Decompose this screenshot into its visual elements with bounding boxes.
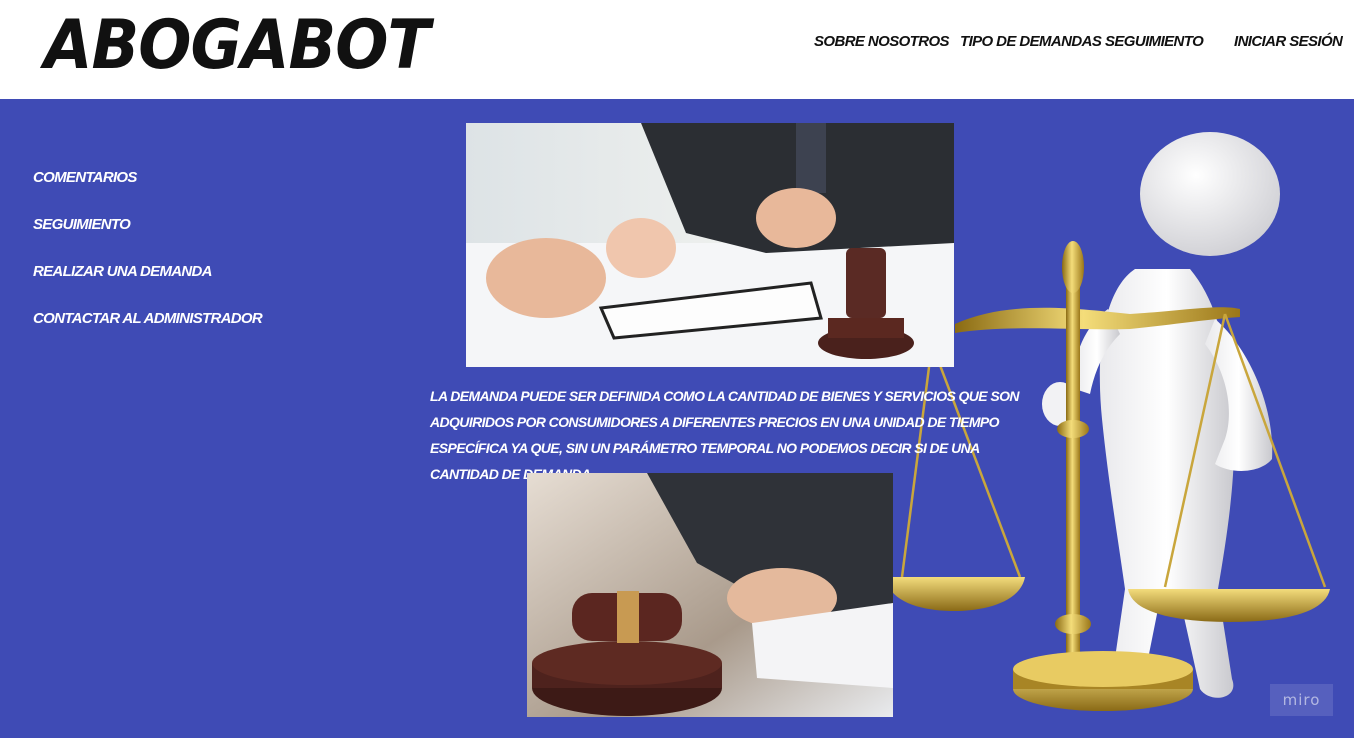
- gavel-writing-photo: [527, 473, 893, 717]
- nav-seguimiento[interactable]: SEGUIMIENTO: [1105, 33, 1204, 50]
- nav-sobre-nosotros[interactable]: SOBRE NOSOTROS: [814, 33, 950, 50]
- scale-right-pan: [1128, 589, 1330, 622]
- nav-iniciar-sesion[interactable]: INICIAR SESIÓN: [1234, 33, 1343, 50]
- logo[interactable]: ABOGABOT: [44, 6, 430, 85]
- scale-left-pan: [885, 577, 1025, 611]
- lawyer-meeting-photo: [466, 123, 954, 367]
- main-panel: COMENTARIOS SEGUIMIENTO REALIZAR UNA DEM…: [0, 99, 1354, 738]
- figure-head: [1140, 132, 1280, 256]
- sidebar-item-contactar-administrador[interactable]: CONTACTAR AL ADMINISTRADOR: [33, 310, 263, 327]
- sidebar-item-comentarios[interactable]: COMENTARIOS: [33, 169, 137, 186]
- demand-description: LA DEMANDA PUEDE SER DEFINIDA COMO LA CA…: [430, 388, 1019, 482]
- scale-finial: [1062, 241, 1084, 293]
- miro-watermark: miro: [1270, 684, 1333, 716]
- nav-tipo-de-demandas[interactable]: TIPO DE DEMANDAS: [960, 33, 1102, 50]
- sidebar-item-seguimiento[interactable]: SEGUIMIENTO: [33, 216, 131, 233]
- top-header: ABOGABOT SOBRE NOSOTROS TIPO DE DEMANDAS…: [0, 0, 1354, 99]
- sidebar-item-realizar-demanda[interactable]: REALIZAR UNA DEMANDA: [33, 263, 212, 280]
